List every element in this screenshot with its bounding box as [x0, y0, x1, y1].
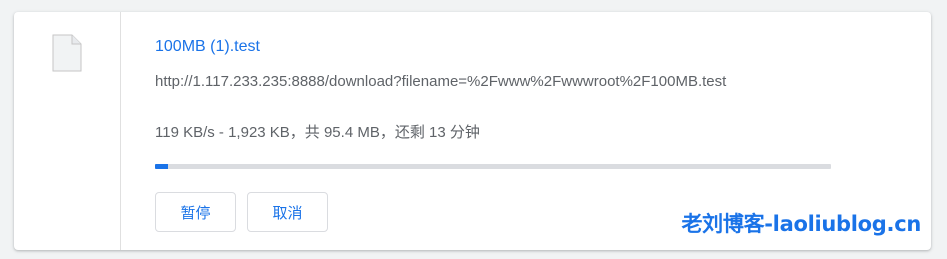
- download-progress-fill: [155, 164, 169, 169]
- file-icon-column: [14, 12, 121, 250]
- download-source-url: http://1.117.233.235:8888/download?filen…: [155, 73, 727, 90]
- download-item-card: 100MB (1).test http://1.117.233.235:8888…: [14, 12, 931, 250]
- pause-button[interactable]: 暂停: [155, 192, 236, 232]
- cancel-button[interactable]: 取消: [247, 192, 328, 232]
- download-filename-link[interactable]: 100MB (1).test: [155, 38, 260, 56]
- file-icon: [52, 34, 82, 72]
- site-watermark: 老刘博客-laoliublog.cn: [681, 212, 921, 236]
- download-progress-bar: [155, 164, 831, 169]
- download-status-text: 119 KB/s - 1,923 KB，共 95.4 MB，还剩 13 分钟: [155, 124, 480, 141]
